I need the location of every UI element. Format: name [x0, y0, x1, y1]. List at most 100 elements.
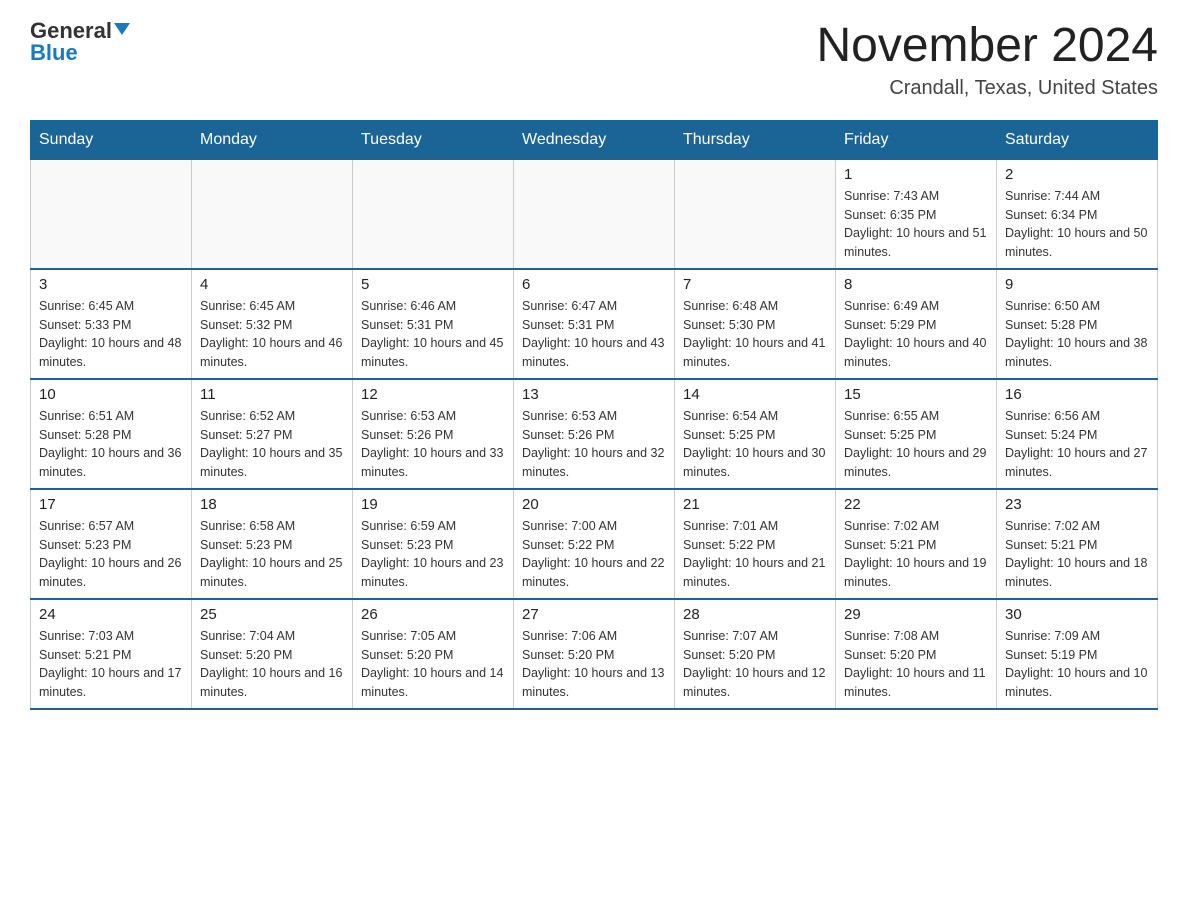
- logo-triangle-icon: [114, 23, 130, 35]
- day-number: 26: [361, 606, 505, 623]
- weekday-header-friday: Friday: [836, 120, 997, 159]
- day-info: Sunrise: 6:53 AMSunset: 5:26 PMDaylight:…: [522, 407, 666, 482]
- day-info: Sunrise: 7:09 AMSunset: 5:19 PMDaylight:…: [1005, 627, 1149, 702]
- day-info: Sunrise: 6:45 AMSunset: 5:33 PMDaylight:…: [39, 297, 183, 372]
- day-info: Sunrise: 7:02 AMSunset: 5:21 PMDaylight:…: [1005, 517, 1149, 592]
- day-number: 1: [844, 166, 988, 183]
- calendar-week-row: 10Sunrise: 6:51 AMSunset: 5:28 PMDayligh…: [31, 379, 1158, 489]
- calendar-cell: 5 Sunrise: 6:46 AMSunset: 5:31 PMDaylight…: [353, 269, 514, 379]
- day-info: Sunrise: 6:59 AMSunset: 5:23 PMDaylight:…: [361, 517, 505, 592]
- day-info: Sunrise: 6:54 AMSunset: 5:25 PMDaylight:…: [683, 407, 827, 482]
- day-number: 6: [522, 276, 666, 293]
- day-info: Sunrise: 7:08 AMSunset: 5:20 PMDaylight:…: [844, 627, 988, 702]
- location-subtitle: Crandall, Texas, United States: [816, 77, 1158, 100]
- calendar-cell: 20 Sunrise: 7:00 AMSunset: 5:22 PMDayligh…: [514, 489, 675, 599]
- logo-general-text: General: [30, 20, 112, 42]
- day-info: Sunrise: 6:58 AMSunset: 5:23 PMDaylight:…: [200, 517, 344, 592]
- weekday-header-saturday: Saturday: [997, 120, 1158, 159]
- calendar-cell: 11 Sunrise: 6:52 AMSunset: 5:27 PMDayligh…: [192, 379, 353, 489]
- day-info: Sunrise: 7:02 AMSunset: 5:21 PMDaylight:…: [844, 517, 988, 592]
- weekday-header-monday: Monday: [192, 120, 353, 159]
- calendar-cell: 24 Sunrise: 7:03 AMSunset: 5:21 PMDayligh…: [31, 599, 192, 709]
- day-number: 23: [1005, 496, 1149, 513]
- day-number: 28: [683, 606, 827, 623]
- day-info: Sunrise: 6:55 AMSunset: 5:25 PMDaylight:…: [844, 407, 988, 482]
- calendar-cell: 8Sunrise: 6:49 AMSunset: 5:29 PMDaylight…: [836, 269, 997, 379]
- day-info: Sunrise: 6:46 AMSunset: 5:31 PMDaylight:…: [361, 297, 505, 372]
- day-number: 20: [522, 496, 666, 513]
- day-number: 29: [844, 606, 988, 623]
- calendar-cell: 18 Sunrise: 6:58 AMSunset: 5:23 PMDayligh…: [192, 489, 353, 599]
- day-number: 12: [361, 386, 505, 403]
- calendar-cell: 10Sunrise: 6:51 AMSunset: 5:28 PMDayligh…: [31, 379, 192, 489]
- calendar-cell: 15 Sunrise: 6:55 AMSunset: 5:25 PMDayligh…: [836, 379, 997, 489]
- day-info: Sunrise: 6:53 AMSunset: 5:26 PMDaylight:…: [361, 407, 505, 482]
- weekday-header-sunday: Sunday: [31, 120, 192, 159]
- day-info: Sunrise: 7:01 AMSunset: 5:22 PMDaylight:…: [683, 517, 827, 592]
- calendar-cell: 9Sunrise: 6:50 AMSunset: 5:28 PMDaylight…: [997, 269, 1158, 379]
- calendar-cell: 6 Sunrise: 6:47 AMSunset: 5:31 PMDaylight…: [514, 269, 675, 379]
- calendar-cell: 7 Sunrise: 6:48 AMSunset: 5:30 PMDaylight…: [675, 269, 836, 379]
- weekday-header-thursday: Thursday: [675, 120, 836, 159]
- day-number: 11: [200, 386, 344, 403]
- weekday-header-tuesday: Tuesday: [353, 120, 514, 159]
- page-header: General Blue November 2024 Crandall, Tex…: [30, 20, 1158, 100]
- day-info: Sunrise: 6:57 AMSunset: 5:23 PMDaylight:…: [39, 517, 183, 592]
- logo: General Blue: [30, 20, 130, 64]
- day-number: 25: [200, 606, 344, 623]
- weekday-header-wednesday: Wednesday: [514, 120, 675, 159]
- day-number: 21: [683, 496, 827, 513]
- calendar-cell: 13 Sunrise: 6:53 AMSunset: 5:26 PMDayligh…: [514, 379, 675, 489]
- calendar-cell: 2Sunrise: 7:44 AMSunset: 6:34 PMDaylight…: [997, 159, 1158, 269]
- day-number: 18: [200, 496, 344, 513]
- calendar-cell: 1 Sunrise: 7:43 AMSunset: 6:35 PMDaylight…: [836, 159, 997, 269]
- day-info: Sunrise: 6:47 AMSunset: 5:31 PMDaylight:…: [522, 297, 666, 372]
- day-number: 19: [361, 496, 505, 513]
- day-number: 15: [844, 386, 988, 403]
- calendar-cell: [675, 159, 836, 269]
- day-number: 27: [522, 606, 666, 623]
- day-number: 14: [683, 386, 827, 403]
- calendar-cell: 25 Sunrise: 7:04 AMSunset: 5:20 PMDayligh…: [192, 599, 353, 709]
- logo-blue-text: Blue: [30, 42, 78, 64]
- day-number: 24: [39, 606, 183, 623]
- day-info: Sunrise: 6:52 AMSunset: 5:27 PMDaylight:…: [200, 407, 344, 482]
- calendar-cell: 12 Sunrise: 6:53 AMSunset: 5:26 PMDayligh…: [353, 379, 514, 489]
- day-number: 7: [683, 276, 827, 293]
- calendar-cell: [514, 159, 675, 269]
- calendar-cell: [31, 159, 192, 269]
- day-info: Sunrise: 6:50 AMSunset: 5:28 PMDaylight:…: [1005, 297, 1149, 372]
- day-info: Sunrise: 7:43 AMSunset: 6:35 PMDaylight:…: [844, 187, 988, 262]
- day-number: 16: [1005, 386, 1149, 403]
- calendar-cell: 19 Sunrise: 6:59 AMSunset: 5:23 PMDayligh…: [353, 489, 514, 599]
- day-info: Sunrise: 7:05 AMSunset: 5:20 PMDaylight:…: [361, 627, 505, 702]
- calendar-week-row: 17Sunrise: 6:57 AMSunset: 5:23 PMDayligh…: [31, 489, 1158, 599]
- calendar-cell: 4Sunrise: 6:45 AMSunset: 5:32 PMDaylight…: [192, 269, 353, 379]
- calendar-cell: 16Sunrise: 6:56 AMSunset: 5:24 PMDayligh…: [997, 379, 1158, 489]
- calendar-cell: 30Sunrise: 7:09 AMSunset: 5:19 PMDayligh…: [997, 599, 1158, 709]
- day-info: Sunrise: 7:06 AMSunset: 5:20 PMDaylight:…: [522, 627, 666, 702]
- calendar-cell: 22Sunrise: 7:02 AMSunset: 5:21 PMDayligh…: [836, 489, 997, 599]
- day-info: Sunrise: 7:07 AMSunset: 5:20 PMDaylight:…: [683, 627, 827, 702]
- day-number: 2: [1005, 166, 1149, 183]
- calendar-cell: 17Sunrise: 6:57 AMSunset: 5:23 PMDayligh…: [31, 489, 192, 599]
- calendar-table: SundayMondayTuesdayWednesdayThursdayFrid…: [30, 120, 1158, 710]
- day-number: 4: [200, 276, 344, 293]
- title-block: November 2024 Crandall, Texas, United St…: [816, 20, 1158, 100]
- calendar-cell: 27 Sunrise: 7:06 AMSunset: 5:20 PMDayligh…: [514, 599, 675, 709]
- day-number: 13: [522, 386, 666, 403]
- day-info: Sunrise: 7:03 AMSunset: 5:21 PMDaylight:…: [39, 627, 183, 702]
- calendar-week-row: 1 Sunrise: 7:43 AMSunset: 6:35 PMDaylight…: [31, 159, 1158, 269]
- calendar-cell: 23 Sunrise: 7:02 AMSunset: 5:21 PMDayligh…: [997, 489, 1158, 599]
- calendar-cell: 3 Sunrise: 6:45 AMSunset: 5:33 PMDaylight…: [31, 269, 192, 379]
- day-info: Sunrise: 7:00 AMSunset: 5:22 PMDaylight:…: [522, 517, 666, 592]
- day-info: Sunrise: 6:48 AMSunset: 5:30 PMDaylight:…: [683, 297, 827, 372]
- day-number: 3: [39, 276, 183, 293]
- calendar-cell: [353, 159, 514, 269]
- calendar-cell: [192, 159, 353, 269]
- day-number: 5: [361, 276, 505, 293]
- day-info: Sunrise: 6:49 AMSunset: 5:29 PMDaylight:…: [844, 297, 988, 372]
- day-info: Sunrise: 7:04 AMSunset: 5:20 PMDaylight:…: [200, 627, 344, 702]
- day-number: 10: [39, 386, 183, 403]
- page-title: November 2024: [816, 20, 1158, 73]
